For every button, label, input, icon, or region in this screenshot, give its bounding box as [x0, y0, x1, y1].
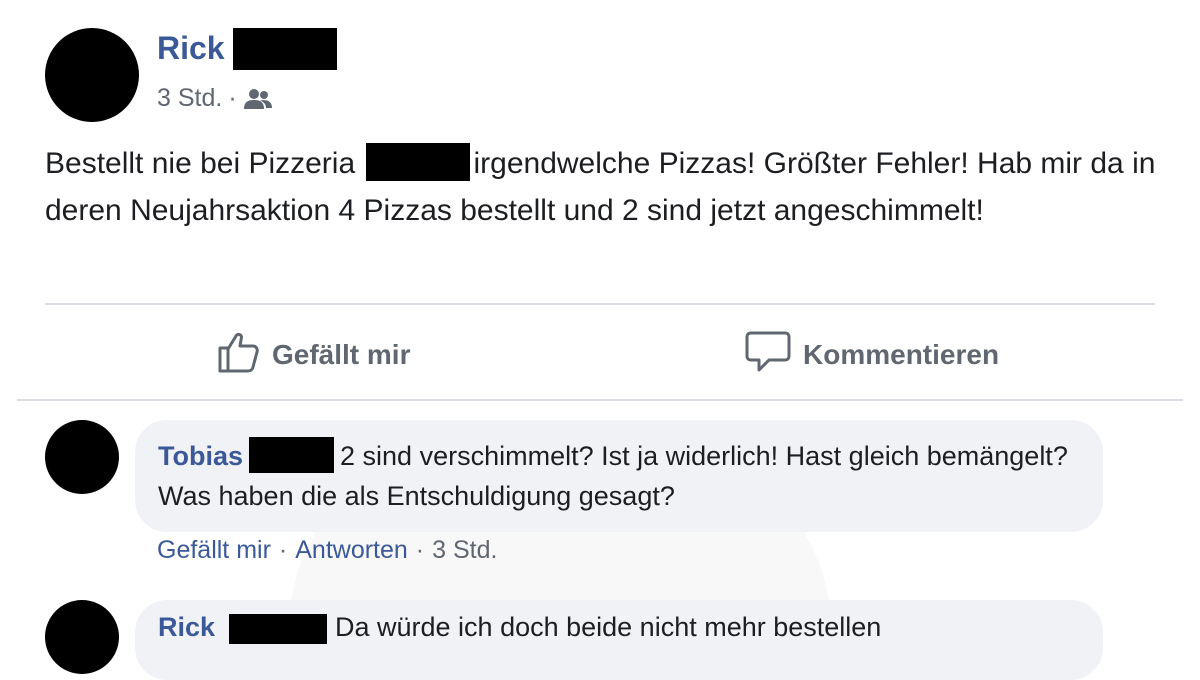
redacted-surname — [233, 28, 337, 70]
comment-body: Tobias 2 sind verschimmelt? Ist ja widerl… — [158, 436, 1088, 516]
post-divider — [45, 303, 1155, 305]
redacted-pizzeria-name — [365, 143, 470, 181]
like-label[interactable]: Gefällt mir — [272, 339, 410, 371]
comment-author-avatar[interactable] — [45, 420, 119, 494]
post-text-before: Bestellt nie bei Pizzeria — [45, 147, 364, 180]
like-button[interactable]: Gefällt mir — [216, 330, 410, 380]
redacted-reply-surname — [229, 614, 327, 644]
reply-text: Da würde ich doch beide nicht mehr beste… — [335, 612, 882, 642]
meta-separator: · — [228, 84, 237, 112]
comment-actions: Gefällt mir · Antworten · 3 Std. — [157, 536, 497, 565]
post-body: Bestellt nie bei Pizzeria irgendwelche P… — [45, 140, 1165, 234]
post-author-name-text[interactable]: Rick — [157, 30, 225, 66]
actions-divider — [17, 399, 1183, 401]
post-meta: 3 Std. · — [157, 84, 273, 113]
reply-author-name[interactable]: Rick — [158, 612, 215, 643]
comment-separator-2: · — [415, 536, 425, 564]
comment-button[interactable]: Kommentieren — [745, 330, 999, 380]
comment-like-link[interactable]: Gefällt mir — [157, 536, 271, 565]
reply-author-avatar[interactable] — [45, 600, 119, 674]
comment-reply-link[interactable]: Antworten — [295, 536, 408, 565]
comment-separator: · — [278, 536, 288, 564]
comment-author-name[interactable]: Tobias — [158, 441, 243, 471]
post-author-avatar[interactable] — [45, 28, 139, 122]
friends-icon — [243, 88, 273, 110]
comment-time[interactable]: 3 Std. — [432, 536, 497, 565]
post-author-name[interactable]: Rick — [157, 30, 225, 67]
redacted-comment-surname — [249, 437, 335, 473]
post-time[interactable]: 3 Std. — [157, 84, 222, 113]
thumbs-up-icon — [216, 330, 260, 381]
comment-label[interactable]: Kommentieren — [803, 339, 999, 371]
speech-bubble-icon — [745, 330, 791, 381]
